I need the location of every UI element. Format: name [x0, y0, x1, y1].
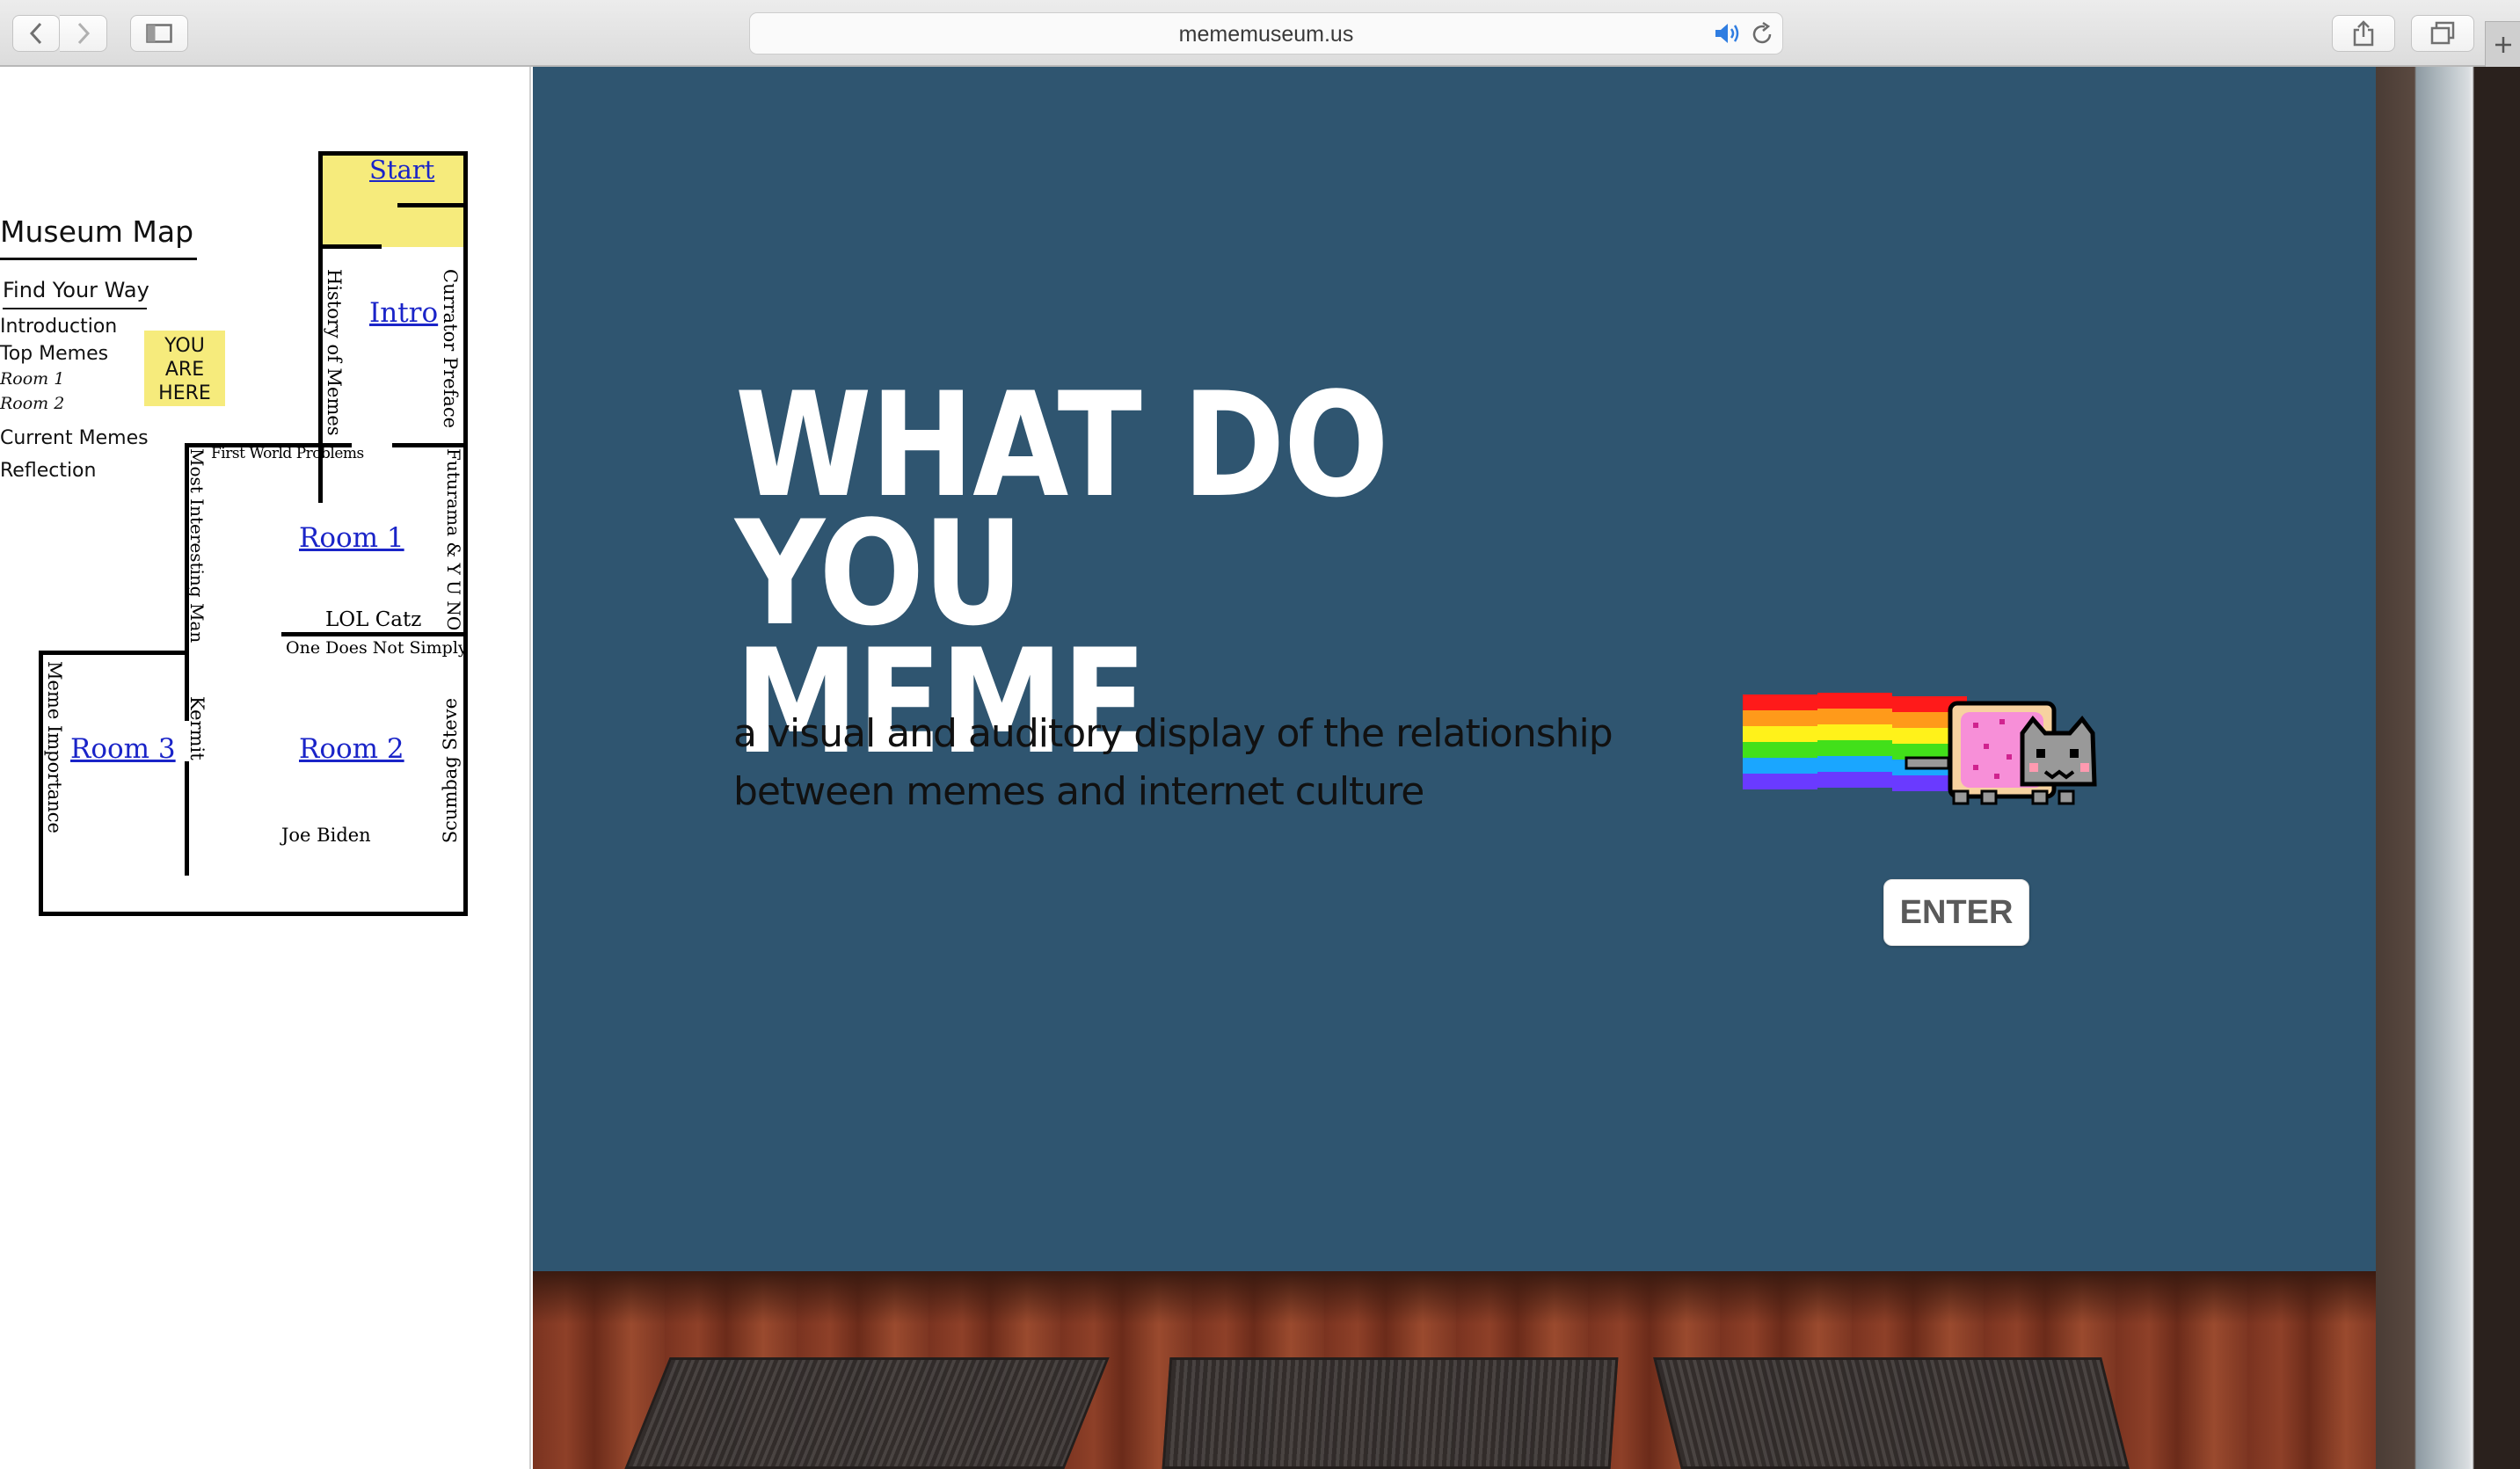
nyan-cat-icon	[1743, 693, 2097, 805]
find-your-way-underline	[3, 308, 147, 309]
rainbow-trail	[1743, 693, 1967, 791]
gallery-scene: WHAT DO YOU MEME a visual and auditory d…	[533, 67, 2520, 1469]
map-wall	[185, 761, 189, 876]
page: Museum Map Find Your Way Introduction To…	[0, 67, 2520, 1469]
enter-button[interactable]: ENTER	[1883, 879, 2029, 946]
map-wall	[397, 203, 466, 207]
tabs-overview-button[interactable]	[2411, 15, 2474, 52]
map-wall	[39, 651, 43, 916]
map-label-most-interesting-man: Most Interesting Man	[186, 448, 208, 644]
new-tab-button[interactable]	[2485, 21, 2520, 67]
map-link-intro[interactable]: Intro	[369, 297, 438, 329]
chevron-left-icon	[29, 22, 42, 45]
map-wall	[392, 443, 466, 447]
hero-subtitle: a visual and auditory display of the rel…	[733, 711, 1613, 814]
nav-reflection: Reflection	[0, 460, 97, 482]
chevron-right-icon	[77, 22, 90, 45]
share-button[interactable]	[2332, 15, 2395, 52]
share-icon	[2353, 20, 2374, 47]
map-label-lol-catz: LOL Catz	[325, 608, 422, 631]
browser-toolbar: mememuseum.us	[0, 0, 2520, 67]
forward-button[interactable]	[60, 15, 107, 52]
map-link-start[interactable]: Start	[369, 155, 434, 185]
floor-grate	[1653, 1357, 2130, 1469]
museum-map-title: Museum Map	[0, 215, 194, 249]
floor-grate	[624, 1357, 1110, 1469]
map-wall	[318, 244, 382, 249]
map-label-meme-importance: Meme Importance	[44, 661, 65, 833]
map-link-room-1[interactable]: Room 1	[299, 522, 404, 554]
museum-map-sidebar: Museum Map Find Your Way Introduction To…	[0, 67, 531, 1469]
nav-introduction: Introduction	[0, 316, 118, 338]
reload-icon[interactable]	[1749, 21, 1775, 47]
sidebar-toggle-button[interactable]	[130, 15, 188, 52]
sidebar-icon	[146, 24, 172, 43]
map-link-room-3[interactable]: Room 3	[70, 733, 176, 765]
map-label-currator-preface: Currator Preface	[440, 269, 461, 429]
url-text: mememuseum.us	[1178, 22, 1354, 47]
map-wall	[39, 912, 468, 916]
find-your-way-heading: Find Your Way	[3, 278, 149, 302]
floor-shadow	[533, 1271, 2376, 1324]
map-wall	[281, 632, 468, 636]
map-label-futurama-yuno: Futurama & Y U NO	[443, 448, 464, 631]
map-label-kermit: Kermit	[186, 696, 208, 760]
map-label-history-of-memes: History of Memes	[324, 269, 345, 436]
speaker-icon[interactable]	[1713, 21, 1743, 46]
you-are-here-marker: YOU ARE HERE	[144, 331, 225, 406]
title-underline	[0, 258, 197, 260]
nav-top-memes: Top Memes	[0, 343, 109, 365]
address-bar[interactable]: mememuseum.us	[749, 12, 1783, 55]
side-wall	[2376, 67, 2520, 1469]
map-label-joe-biden: Joe Biden	[281, 825, 371, 846]
back-button[interactable]	[12, 15, 60, 52]
tabs-icon	[2430, 21, 2455, 45]
map-label-first-world-problems: First World Problems	[211, 445, 364, 462]
map-wall	[39, 651, 188, 655]
map-label-one-does-not-simply: One Does Not Simply	[286, 638, 468, 658]
plus-icon	[2495, 36, 2511, 53]
map-link-room-2[interactable]: Room 2	[299, 733, 404, 765]
nav-room-2: Room 2	[0, 394, 65, 413]
map-label-scumbag-steve: Scumbag Steve	[440, 698, 461, 844]
floor-grate	[1162, 1357, 1619, 1469]
nav-room-1: Room 1	[0, 369, 65, 389]
nav-current-memes: Current Memes	[0, 427, 149, 449]
